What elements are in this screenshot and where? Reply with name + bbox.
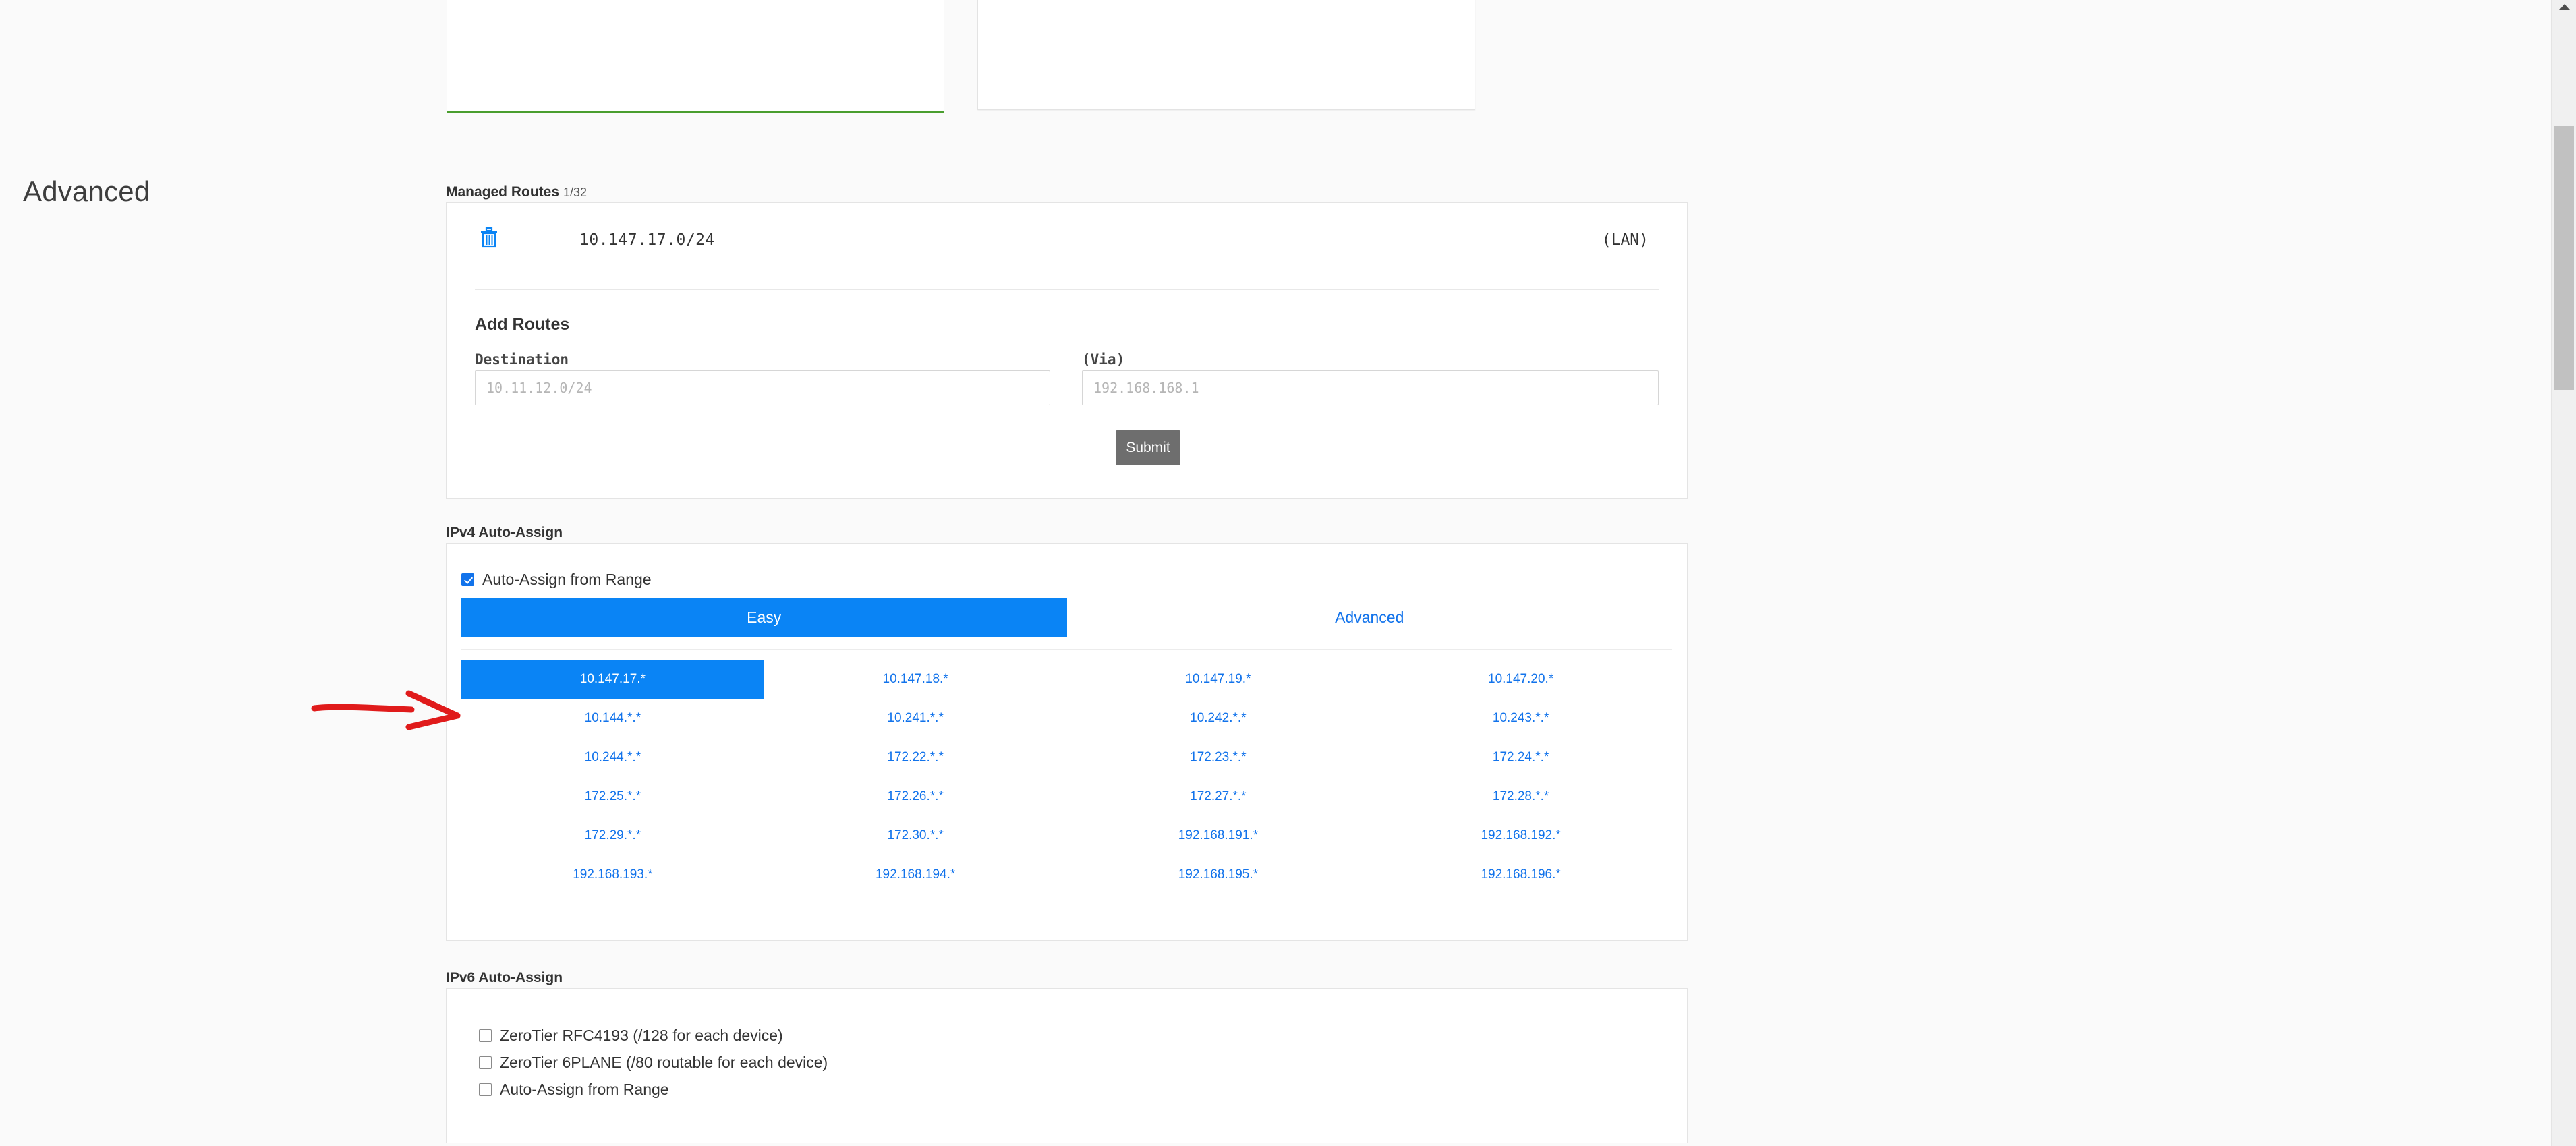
ipv4-range-option[interactable]: 10.147.19.* bbox=[1067, 660, 1370, 699]
managed-routes-title: Managed Routes bbox=[446, 184, 560, 200]
ipv4-range-option[interactable]: 10.241.*.* bbox=[764, 699, 1067, 738]
ipv4-range-option[interactable]: 10.147.18.* bbox=[764, 660, 1067, 699]
ipv6-option-range-label: Auto-Assign from Range bbox=[500, 1081, 669, 1098]
ipv4-range-option[interactable]: 172.26.*.* bbox=[764, 777, 1067, 816]
destination-label: Destination bbox=[475, 351, 569, 368]
ipv4-range-option[interactable]: 172.28.*.* bbox=[1369, 777, 1672, 816]
ipv4-range-option[interactable]: 192.168.193.* bbox=[461, 855, 764, 894]
ipv4-range-option[interactable]: 10.144.*.* bbox=[461, 699, 764, 738]
ipv4-auto-assign-range-label: Auto-Assign from Range bbox=[482, 571, 652, 588]
ipv4-range-option[interactable]: 192.168.196.* bbox=[1369, 855, 1672, 894]
ipv4-range-option[interactable]: 172.30.*.* bbox=[764, 816, 1067, 855]
trash-icon[interactable] bbox=[480, 227, 498, 248]
ipv4-range-option[interactable]: 192.168.192.* bbox=[1369, 816, 1672, 855]
ipv4-range-option[interactable]: 172.25.*.* bbox=[461, 777, 764, 816]
ipv4-range-option[interactable]: 172.24.*.* bbox=[1369, 738, 1672, 777]
ipv6-option-range-checkbox[interactable] bbox=[479, 1083, 492, 1096]
ipv4-range-option[interactable]: 192.168.194.* bbox=[764, 855, 1067, 894]
info-card-public: Any node can become a member. Members ca… bbox=[977, 0, 1475, 110]
ipv4-mode-tabs: Easy Advanced bbox=[461, 598, 1672, 637]
tab-advanced[interactable]: Advanced bbox=[1067, 598, 1673, 637]
ipv4-auto-assign-range-checkbox[interactable] bbox=[461, 573, 474, 586]
destination-input[interactable] bbox=[475, 370, 1050, 405]
vertical-scrollbar[interactable] bbox=[2551, 0, 2576, 1146]
ipv6-option-rfc4193-checkbox[interactable] bbox=[479, 1029, 492, 1042]
via-label: (Via) bbox=[1082, 351, 1125, 368]
ipv6-option-6plane-checkbox[interactable] bbox=[479, 1056, 492, 1069]
managed-routes-panel: 10.147.17.0/24 (LAN) Add Routes Destinat… bbox=[446, 202, 1688, 499]
route-tag: (LAN) bbox=[1601, 231, 1649, 249]
info-card-authorized: Nodes must be authorized to become membe… bbox=[447, 0, 944, 113]
route-list-divider bbox=[475, 289, 1659, 290]
ipv4-range-option[interactable]: 172.23.*.* bbox=[1067, 738, 1370, 777]
table-row: 10.147.17.0/24 (LAN) bbox=[447, 203, 1687, 289]
managed-routes-counter: 1/32 bbox=[563, 185, 588, 199]
submit-button[interactable]: Submit bbox=[1116, 430, 1180, 465]
ipv4-range-grid: 10.147.17.* 10.147.18.* 10.147.19.* 10.147.… bbox=[461, 660, 1672, 894]
route-destination: 10.147.17.0/24 bbox=[579, 231, 715, 249]
scrollbar-thumb[interactable] bbox=[2554, 125, 2574, 390]
ipv4-auto-assign-panel: Auto-Assign from Range Easy Advanced 10.… bbox=[446, 543, 1688, 941]
ipv6-option-6plane-label: ZeroTier 6PLANE (/80 routable for each d… bbox=[500, 1054, 828, 1071]
ipv4-range-option[interactable]: 10.242.*.* bbox=[1067, 699, 1370, 738]
ipv4-range-option[interactable]: 10.244.*.* bbox=[461, 738, 764, 777]
via-input[interactable] bbox=[1082, 370, 1659, 405]
ipv4-range-option[interactable]: 192.168.195.* bbox=[1067, 855, 1370, 894]
ipv4-auto-assign-label: IPv4 Auto-Assign bbox=[446, 525, 563, 540]
membership-info-cards: Nodes must be authorized to become membe… bbox=[0, 0, 2556, 115]
ipv4-range-option[interactable]: 10.147.20.* bbox=[1369, 660, 1672, 699]
scroll-up-arrow-icon[interactable] bbox=[2559, 4, 2570, 10]
tab-easy[interactable]: Easy bbox=[461, 598, 1067, 637]
managed-routes-label: Managed Routes 1/32 bbox=[446, 184, 587, 200]
ipv4-range-option[interactable]: 192.168.191.* bbox=[1067, 816, 1370, 855]
ipv4-range-divider bbox=[461, 649, 1672, 650]
ipv4-range-option[interactable]: 10.243.*.* bbox=[1369, 699, 1672, 738]
ipv6-auto-assign-label: IPv6 Auto-Assign bbox=[446, 970, 563, 985]
ipv6-option-rfc4193-row[interactable]: ZeroTier RFC4193 (/128 for each device) bbox=[479, 1027, 783, 1045]
ipv4-auto-assign-range-row[interactable]: Auto-Assign from Range bbox=[461, 571, 652, 589]
ipv4-range-option[interactable]: 172.29.*.* bbox=[461, 816, 764, 855]
page-title-advanced: Advanced bbox=[23, 175, 150, 207]
ipv4-range-option[interactable]: 172.27.*.* bbox=[1067, 777, 1370, 816]
ipv4-range-option[interactable]: 10.147.17.* bbox=[461, 660, 764, 699]
ipv6-option-6plane-row[interactable]: ZeroTier 6PLANE (/80 routable for each d… bbox=[479, 1054, 828, 1072]
add-routes-title: Add Routes bbox=[475, 315, 570, 334]
ipv6-auto-assign-panel: ZeroTier RFC4193 (/128 for each device) … bbox=[446, 988, 1688, 1143]
ipv6-option-range-row[interactable]: Auto-Assign from Range bbox=[479, 1081, 669, 1099]
ipv4-range-option[interactable]: 172.22.*.* bbox=[764, 738, 1067, 777]
ipv6-option-rfc4193-label: ZeroTier RFC4193 (/128 for each device) bbox=[500, 1027, 783, 1044]
